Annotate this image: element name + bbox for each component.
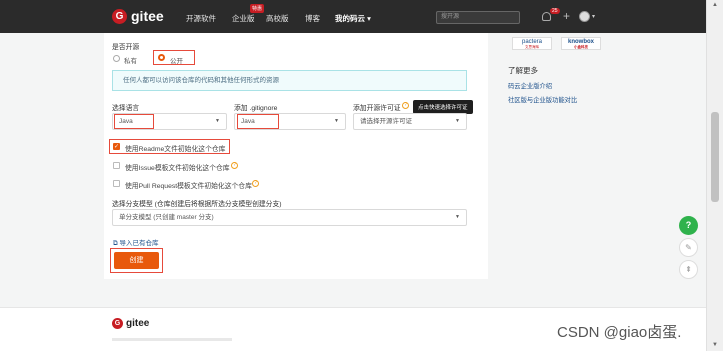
- issue-template-checkbox[interactable]: [113, 162, 120, 169]
- open-source-label: 是否开源: [112, 44, 140, 51]
- issue-template-label: 使用Issue模板文件初始化这个仓库: [125, 165, 230, 172]
- gitee-logo[interactable]: G gitee: [112, 8, 164, 24]
- back-to-top-icon[interactable]: ⇞: [679, 260, 698, 279]
- public-label: 公开: [170, 58, 183, 65]
- notification-badge: 25: [550, 8, 560, 14]
- footer-logo[interactable]: G gitee: [112, 318, 149, 329]
- readme-checkbox[interactable]: ✓: [113, 143, 120, 150]
- avatar[interactable]: [579, 11, 590, 22]
- link-community-vs-enterprise[interactable]: 社区版与企业版功能对比: [508, 95, 577, 104]
- branch-model-select[interactable]: 单分支模型 (只创建 master 分支) ▼: [112, 209, 467, 226]
- caret-down-icon: ▼: [455, 214, 460, 220]
- csdn-watermark: CSDN @giao卤蛋.: [557, 324, 682, 341]
- info-icon[interactable]: ?: [231, 162, 238, 169]
- private-label: 私有: [124, 58, 137, 65]
- scrollbar-thumb[interactable]: [711, 112, 719, 202]
- footer-logo-text: gitee: [126, 318, 150, 329]
- nav-my-gitee[interactable]: 我的码云 ▾: [335, 13, 371, 24]
- caret-down-icon: ▼: [455, 118, 460, 124]
- nav-blog[interactable]: 博客: [305, 13, 320, 24]
- create-button[interactable]: 创建: [114, 252, 159, 269]
- private-radio[interactable]: [113, 55, 120, 62]
- license-select[interactable]: 请选择开源许可证 ▼: [353, 113, 467, 130]
- language-highlight-box: [114, 114, 154, 129]
- language-label: 选择语言: [112, 105, 140, 112]
- bell-icon[interactable]: [542, 12, 551, 21]
- vertical-scrollbar[interactable]: ▲ ▼: [706, 0, 723, 351]
- gitignore-label: 添加 .gitignore: [234, 105, 278, 112]
- help-icon[interactable]: ?: [679, 216, 698, 235]
- nav-education[interactable]: 高校版: [266, 13, 289, 24]
- chevron-down-icon: ▾: [367, 14, 371, 23]
- license-label: 添加开源许可证: [353, 105, 401, 112]
- public-info-box: 任何人都可以访问该仓库的代码和其他任何形式的资源: [112, 70, 467, 91]
- plus-icon[interactable]: +: [563, 9, 570, 23]
- partner-pactera[interactable]: pactera 文思海辉: [512, 37, 552, 50]
- import-icon: ⧉: [113, 240, 118, 247]
- gitee-logo-mark: G: [112, 8, 127, 24]
- caret-down-icon: ▼: [215, 118, 220, 124]
- partner-knowbox-sub: 小盒科技: [574, 45, 588, 49]
- pr-template-label: 使用Pull Request模板文件初始化这个仓库: [125, 183, 252, 190]
- license-tooltip: 点击快速选择许可证: [413, 100, 473, 114]
- import-repo-link[interactable]: ⧉ 导入已有仓库: [113, 237, 158, 248]
- branch-model-label: 选择分支模型 (仓库创建后将根据所选分支模型创建分支): [112, 201, 282, 208]
- import-repo-label: 导入已有仓库: [119, 240, 159, 247]
- nav-my-gitee-label: 我的码云: [335, 14, 365, 23]
- footer-logo-mark: G: [112, 318, 123, 329]
- link-enterprise-intro[interactable]: 码云企业版介绍: [508, 81, 552, 90]
- pr-template-checkbox[interactable]: [113, 180, 120, 187]
- scroll-up-arrow-icon[interactable]: ▲: [712, 2, 718, 8]
- branch-model-value: 单分支模型 (只创建 master 分支): [119, 214, 214, 221]
- gitee-logo-text: gitee: [131, 8, 164, 24]
- readme-label: 使用Readme文件初始化这个仓库: [125, 146, 226, 153]
- nav-open-source[interactable]: 开源软件: [186, 13, 216, 24]
- learn-more-heading: 了解更多: [508, 66, 538, 75]
- info-icon[interactable]: ?: [252, 180, 259, 187]
- license-placeholder: 请选择开源许可证: [360, 118, 412, 125]
- footer-text-placeholder: [112, 338, 232, 341]
- info-icon[interactable]: ?: [402, 102, 409, 109]
- chevron-down-icon[interactable]: ▾: [592, 13, 595, 20]
- partner-knowbox[interactable]: knowbox 小盒科技: [561, 37, 601, 50]
- caret-down-icon: ▼: [334, 118, 339, 124]
- search-input[interactable]: 搜开源: [436, 11, 520, 24]
- public-radio[interactable]: [158, 54, 165, 61]
- scroll-down-arrow-icon[interactable]: ▼: [712, 342, 718, 348]
- gitignore-highlight-box: [237, 114, 279, 129]
- new-badge: 特惠: [250, 4, 265, 13]
- edit-icon[interactable]: ✎: [679, 238, 698, 257]
- partner-pactera-sub: 文思海辉: [525, 45, 539, 49]
- nav-enterprise[interactable]: 企业版: [232, 13, 255, 24]
